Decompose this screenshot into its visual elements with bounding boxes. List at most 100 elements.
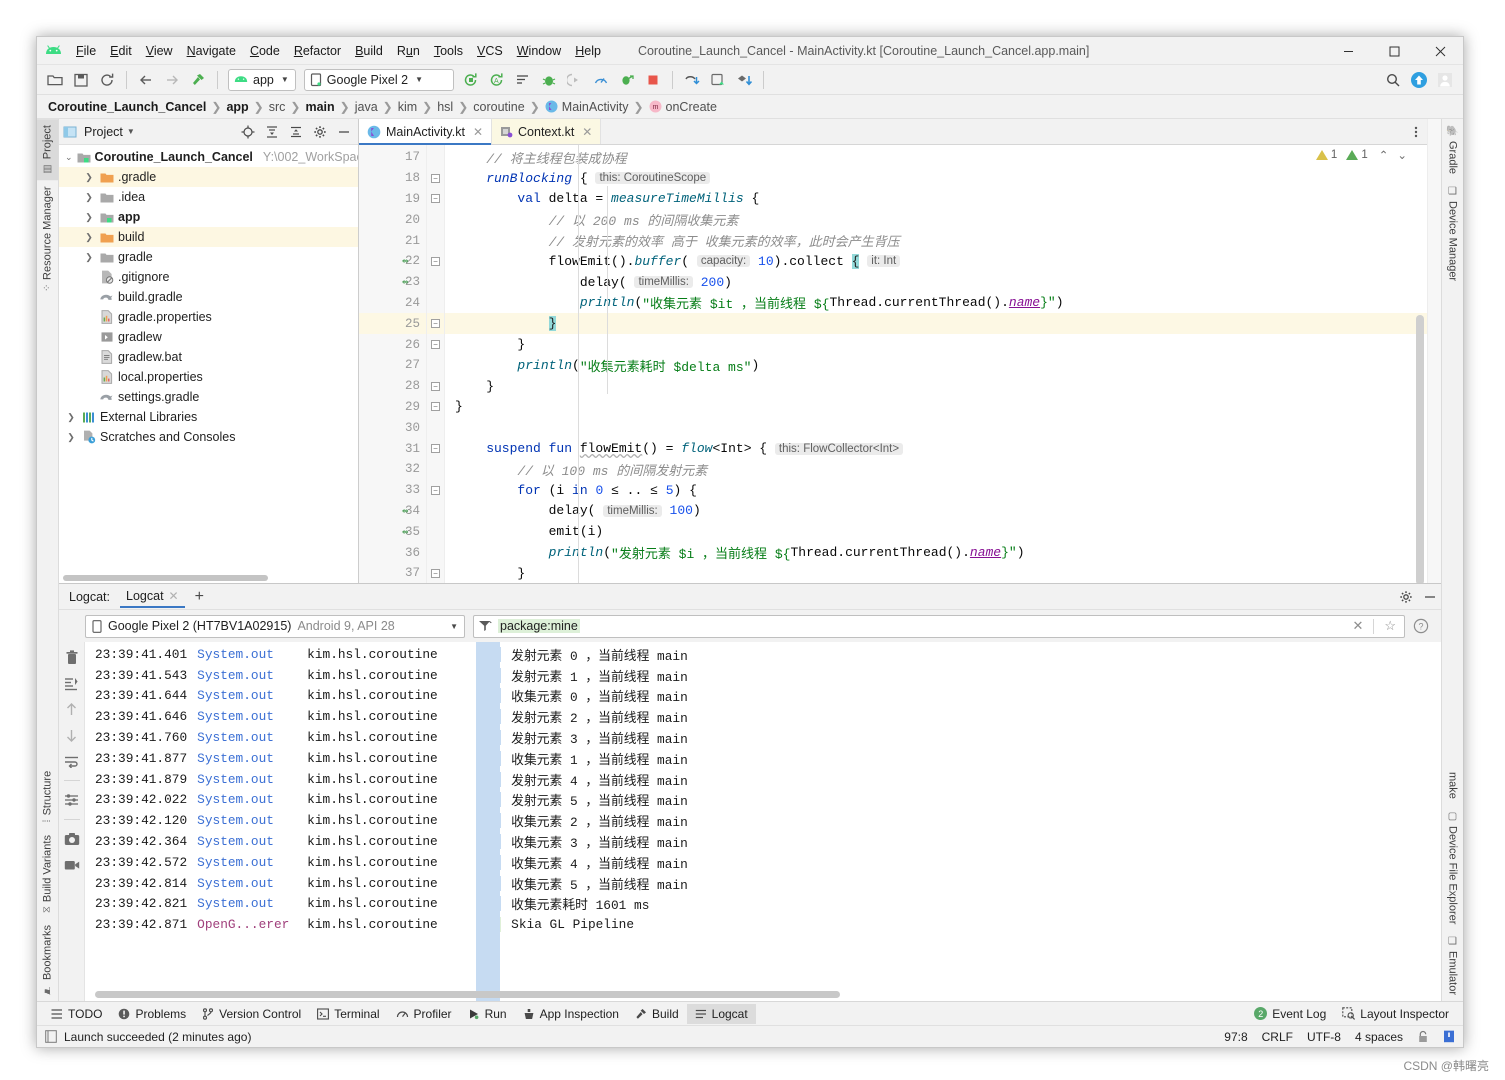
editor-vertical-scrollbar[interactable] — [1413, 145, 1427, 583]
fold-region-icon[interactable]: − — [431, 486, 440, 495]
maximize-button[interactable] — [1371, 37, 1417, 65]
logcat-row[interactable]: 23:39:42.814System.outkim.hsl.coroutineI… — [85, 873, 1441, 894]
expand-arrow-icon[interactable]: ❯ — [83, 252, 95, 263]
notification-icon[interactable] — [1443, 1030, 1455, 1043]
fold-region-icon[interactable]: − — [431, 319, 440, 328]
tree-node--idea[interactable]: ❯.idea — [59, 187, 358, 207]
hide-panel-icon[interactable] — [334, 122, 354, 142]
logcat-row[interactable]: 23:39:42.120System.outkim.hsl.coroutineI… — [85, 810, 1441, 831]
file-encoding[interactable]: UTF-8 — [1307, 1030, 1341, 1044]
lock-icon[interactable] — [1417, 1030, 1429, 1043]
tool-window-problems[interactable]: Problems — [110, 1004, 194, 1024]
breadcrumb-item-coroutine[interactable]: coroutine — [470, 100, 527, 114]
attach-debugger-icon[interactable] — [563, 68, 587, 92]
fold-line-23[interactable] — [427, 272, 444, 293]
fold-region-icon[interactable]: − — [431, 194, 440, 203]
sidebar-item-structure[interactable]: ⁞ Structure — [37, 765, 58, 828]
menu-build[interactable]: Build — [348, 41, 390, 61]
logcat-tab[interactable]: Logcat ✕ — [120, 586, 185, 607]
editor-tab-mainactivity[interactable]: MainActivity.kt ✕ — [359, 119, 492, 144]
tool-window-logcat[interactable]: Logcat — [687, 1004, 756, 1024]
gutter-line-23[interactable]: ⇴23 — [359, 272, 426, 293]
gutter-line-24[interactable]: 24 — [359, 293, 426, 314]
screen-record-icon[interactable] — [63, 856, 81, 874]
tree-node-coroutine-launch-cancel[interactable]: ⌄Coroutine_Launch_CancelY:\002_WorkSpac — [59, 147, 358, 167]
gutter-line-19[interactable]: 19 — [359, 189, 426, 210]
search-everywhere-icon[interactable] — [1381, 68, 1405, 92]
fold-region-icon[interactable]: − — [431, 444, 440, 453]
menu-run[interactable]: Run — [390, 41, 427, 61]
run-app-icon[interactable] — [459, 68, 483, 92]
menu-navigate[interactable]: Navigate — [180, 41, 243, 61]
breadcrumb-item-mainactivity[interactable]: MainActivity — [542, 100, 632, 114]
save-all-icon[interactable] — [69, 68, 93, 92]
tree-node-settings-gradle[interactable]: settings.gradle — [59, 387, 358, 407]
expand-arrow-icon[interactable]: ❯ — [65, 412, 77, 423]
next-problem-icon[interactable]: ⌄ — [1397, 148, 1407, 162]
hide-logcat-icon[interactable] — [1419, 590, 1441, 604]
sdk-manager-icon[interactable] — [706, 68, 730, 92]
expand-arrow-icon[interactable]: ⌄ — [65, 152, 73, 163]
gutter-line-31[interactable]: 31 — [359, 438, 426, 459]
close-tab-icon-0[interactable]: ✕ — [473, 125, 483, 139]
gear-icon[interactable] — [310, 122, 330, 142]
sidebar-item-gradle[interactable]: 🐘 Gradle — [1442, 119, 1463, 180]
logcat-row[interactable]: 23:39:41.401System.outkim.hsl.coroutineI… — [85, 644, 1441, 665]
scroll-from-source-icon[interactable] — [238, 122, 258, 142]
tree-node-scratches-and-consoles[interactable]: ❯Scratches and Consoles — [59, 427, 358, 447]
gutter-line-21[interactable]: 21 — [359, 230, 426, 251]
previous-problem-icon[interactable]: ⌃ — [1379, 148, 1389, 162]
clear-filter-icon[interactable]: ✕ — [1348, 618, 1367, 634]
logcat-device-selector[interactable]: Google Pixel 2 (HT7BV1A02915) Android 9,… — [85, 615, 465, 638]
sidebar-item-emulator[interactable]: ❑ Emulator — [1442, 930, 1463, 1001]
tree-node--gitignore[interactable]: .gitignore — [59, 267, 358, 287]
gutter-line-28[interactable]: 28 — [359, 376, 426, 397]
expand-all-icon[interactable] — [262, 122, 282, 142]
fold-line-20[interactable] — [427, 209, 444, 230]
tree-node-local-properties[interactable]: local.properties — [59, 367, 358, 387]
editor-gutter[interactable]: 1718192021⇴22⇴2324252627282930313233⇴34⇴… — [359, 145, 427, 583]
previous-occurrence-icon[interactable] — [63, 700, 81, 718]
logcat-row[interactable]: 23:39:42.821System.outkim.hsl.coroutineI… — [85, 894, 1441, 915]
indent-setting[interactable]: 4 spaces — [1355, 1030, 1403, 1044]
apply-changes-icon[interactable]: A — [485, 68, 509, 92]
fold-line-32[interactable] — [427, 459, 444, 480]
gutter-line-34[interactable]: ⇴34 — [359, 501, 426, 522]
tool-window-layout-inspector[interactable]: Layout Inspector — [1334, 1004, 1457, 1024]
sidebar-item-device-file-explorer[interactable]: ▢ Device File Explorer — [1442, 805, 1463, 930]
tree-node--gradle[interactable]: ❯.gradle — [59, 167, 358, 187]
gutter-line-27[interactable]: 27 — [359, 355, 426, 376]
run-configurations-icon[interactable] — [511, 68, 535, 92]
tool-window-profiler[interactable]: Profiler — [388, 1004, 460, 1024]
menu-vcs[interactable]: VCS — [470, 41, 510, 61]
logcat-row[interactable]: 23:39:42.022System.outkim.hsl.coroutineI… — [85, 790, 1441, 811]
tree-node-build[interactable]: ❯build — [59, 227, 358, 247]
expand-arrow-icon[interactable]: ❯ — [83, 172, 95, 183]
logcat-hscrollbar[interactable] — [95, 991, 840, 998]
profiler-icon[interactable] — [589, 68, 613, 92]
logcat-row[interactable]: 23:39:42.572System.outkim.hsl.coroutineI… — [85, 852, 1441, 873]
editor-overview-strip[interactable] — [1427, 119, 1441, 583]
tool-window-event-log[interactable]: 2 Event Log — [1246, 1004, 1334, 1024]
tool-window-build[interactable]: Build — [627, 1004, 687, 1024]
settings-icon[interactable] — [63, 791, 81, 809]
logcat-vscrollbar[interactable] — [1428, 642, 1441, 1001]
gutter-line-25[interactable]: 25 — [359, 313, 426, 334]
suspend-call-gutter-icon[interactable]: ⇴ — [399, 525, 411, 539]
gutter-line-18[interactable]: 18 — [359, 168, 426, 189]
sidebar-item-bookmarks[interactable]: ⚑ Bookmarks — [37, 919, 58, 1001]
fold-region-icon[interactable]: − — [431, 257, 440, 266]
fold-line-36[interactable] — [427, 542, 444, 563]
logcat-row[interactable]: 23:39:41.543System.outkim.hsl.coroutineI… — [85, 665, 1441, 686]
menu-window[interactable]: Window — [510, 41, 568, 61]
fold-line-22[interactable]: − — [427, 251, 444, 272]
logcat-settings-icon[interactable] — [1395, 590, 1417, 604]
expand-arrow-icon[interactable]: ❯ — [83, 212, 95, 223]
fold-line-31[interactable]: − — [427, 438, 444, 459]
project-tree-hscrollbar[interactable] — [63, 575, 268, 581]
breadcrumb-item-app[interactable]: app — [223, 100, 251, 114]
editor-options-icon[interactable] — [1405, 119, 1427, 144]
fold-line-24[interactable] — [427, 293, 444, 314]
fold-line-37[interactable]: − — [427, 563, 444, 583]
screenshot-icon[interactable] — [63, 830, 81, 848]
